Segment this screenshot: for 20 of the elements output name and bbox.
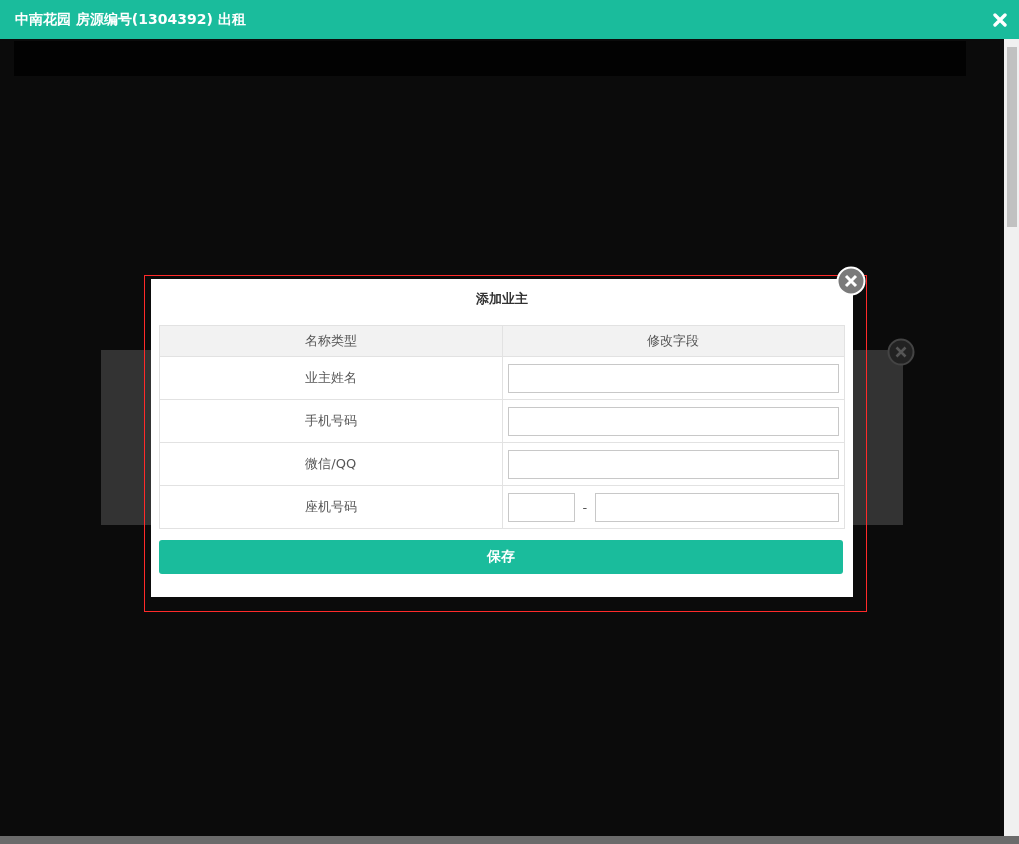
column-header: 修改字段 [502,325,845,357]
phone-number-field[interactable] [595,492,839,522]
horizontal-scrollbar[interactable] [0,836,1019,844]
table-cell: 座机号码 [159,485,502,529]
input-field[interactable] [507,363,839,393]
table-cell: 手机号码 [159,399,502,443]
close-icon [887,338,915,366]
scrollbar[interactable] [1004,39,1019,836]
table-cell: 业主姓名 [159,356,502,400]
area-code-field[interactable] [507,492,575,522]
scrollbar-thumb[interactable] [1007,47,1017,227]
close-icon[interactable] [836,266,866,296]
input-field[interactable] [507,449,839,479]
save-button[interactable]: 保存 [159,540,843,574]
table-cell: 微信/QQ [159,442,502,486]
column-header: 名称类型 [159,325,502,357]
separator: - [581,499,589,515]
input-field[interactable] [507,406,839,436]
window-title: 中南花园 房源编号(1304392) 出租 [15,10,246,29]
dialog-title: 添加业主 [475,290,529,308]
